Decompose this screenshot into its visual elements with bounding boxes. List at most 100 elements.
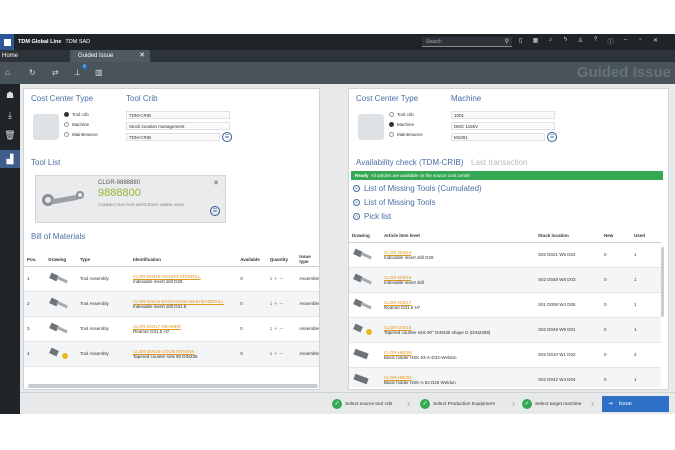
tool-crib-list-button[interactable]: ☰ (222, 132, 232, 142)
last-transaction-tab[interactable]: Last transaction (471, 158, 527, 167)
step-select-source[interactable]: ✓ Select source tool crib (332, 399, 392, 409)
tool-crib-select-field[interactable]: TDM-CRIB (126, 133, 220, 141)
machine-number-field[interactable]: 1001 (451, 111, 555, 119)
close-icon[interactable]: ✕ (651, 37, 660, 46)
chart-icon[interactable]: ▥ (95, 68, 103, 77)
bom-col-identification[interactable]: Identification (129, 253, 238, 267)
bom-horizontal-scrollbar[interactable] (28, 384, 318, 388)
pick-list-vertical-scrollbar[interactable] (661, 247, 664, 317)
minus-icon[interactable]: － (279, 276, 284, 281)
tab-close-icon[interactable]: ✕ (139, 50, 145, 62)
pick-col-new[interactable]: New (601, 229, 631, 243)
radio-tool-crib[interactable]: Tool crib (389, 112, 414, 117)
plus-icon[interactable]: ＋ (274, 326, 279, 331)
minus-icon[interactable]: － (279, 326, 284, 331)
info-icon[interactable]: ⓘ (606, 37, 615, 46)
drill-drawing-icon (45, 291, 77, 317)
pick-col-drawing[interactable]: Drawing (349, 229, 381, 243)
radio-machine[interactable]: Machine (389, 122, 414, 127)
issue-button[interactable]: ⇥ Issue (602, 396, 669, 412)
plus-icon[interactable]: ＋ (274, 301, 279, 306)
pick-row[interactable]: CLGR-D0017 Reamer D31.5 H7 S01 D006 W4 D0… (349, 292, 661, 318)
tool-crib-field[interactable]: TDM-CRIB (126, 111, 230, 119)
pick-stock-location: S02 D042 W4 D04 (535, 367, 601, 387)
tool-list-card[interactable]: CLGR-9888880 9888800 CONNECTING ROD MERC… (35, 175, 226, 223)
pick-row[interactable]: CLGR-D0015 Indexable insert drill D28 S02… (349, 242, 661, 268)
bom-col-pos[interactable]: Pos. (24, 253, 46, 267)
pick-row[interactable]: CLGR-D0016 Indexable insert drill S02 D04… (349, 267, 661, 293)
bom-col-issue-type[interactable]: Issue type (296, 253, 319, 267)
bom-row[interactable]: 3 Tool Assembly CLGR-D0017-REAMER Reamer … (24, 316, 319, 342)
nav-return-icon[interactable]: ⤓ (0, 106, 20, 124)
grid-icon[interactable]: ▦ (531, 37, 540, 46)
tab-home[interactable]: Home (0, 50, 70, 62)
bom-row[interactable]: 4 Tool Assembly CLGR-D0018-COUNTERSINK Ta… (24, 341, 319, 367)
user-icon[interactable]: ♙ (576, 37, 585, 46)
check-icon: ✓ (420, 399, 430, 409)
pick-col-article[interactable]: Article item level (381, 229, 535, 243)
bom-issue-type[interactable]: Assemble (296, 291, 319, 317)
bom-row[interactable]: 2 Tool Assembly CLGR-D0016-EXCHANGEABLEH… (24, 291, 319, 317)
toolbar: ⌂ ↻ ⇄ ⊥ 1 ▥ Guided Issue (0, 62, 675, 84)
machine-name-field[interactable]: DMC 1150V (451, 122, 555, 130)
bom-col-type[interactable]: Type (76, 253, 130, 267)
bell-icon[interactable]: ♪ (546, 37, 555, 46)
pick-list-toggle[interactable]: ˄ Pick list (353, 212, 391, 221)
bom-qty: 1 (269, 275, 273, 281)
pick-row[interactable]: CLGR-HB006 Basic holder HSK 63-A-D32-Weld… (349, 342, 661, 368)
tab-label: Guided Issue (78, 53, 114, 59)
nav-stats-icon[interactable]: ▟ (0, 150, 20, 168)
pick-col-stock-location[interactable]: Stock location (535, 229, 601, 243)
tool-list-heading: Tool List (31, 158, 61, 167)
bom-col-quantity[interactable]: Quantity (266, 253, 297, 267)
transfer-icon[interactable]: ⇄ (52, 68, 59, 77)
bom-id-link[interactable]: CLGR-D0016-EXCHANGEABLEHEADDRILL (133, 299, 237, 304)
help-icon[interactable]: ? (591, 37, 600, 46)
document-icon[interactable]: ▯ (516, 37, 525, 46)
bom-col-available[interactable]: Available (237, 253, 267, 267)
nav-scrap-icon[interactable]: 🗑 (0, 126, 20, 144)
machine-select-field[interactable]: M1001 (451, 133, 545, 141)
minimize-icon[interactable]: – (621, 37, 630, 46)
hierarchy-icon[interactable]: ⊥ (74, 68, 81, 77)
bom-issue-type[interactable]: Assemble (296, 316, 319, 342)
bom-quantity-stepper[interactable]: 1 ＋ － (266, 316, 297, 342)
search-icon[interactable]: ⚲ (505, 37, 509, 47)
bom-issue-type[interactable]: Assemble (296, 341, 319, 367)
bom-issue-type[interactable]: Assemble (296, 266, 319, 292)
radio-machine[interactable]: Machine (64, 122, 89, 127)
issue-label: Issue (618, 401, 632, 407)
bom-quantity-stepper[interactable]: 1 ＋ － (266, 291, 297, 317)
radio-maintenance[interactable]: Maintenance (64, 132, 98, 137)
machine-list-button[interactable]: ☰ (547, 132, 557, 142)
bom-quantity-stepper[interactable]: 1 ＋ － (266, 266, 297, 292)
nav-issue-icon[interactable]: ☗ (0, 86, 20, 104)
minus-icon[interactable]: － (279, 351, 284, 356)
tab-guided-issue[interactable]: Guided Issue ✕ (70, 50, 150, 62)
radio-tool-crib[interactable]: Tool crib (64, 112, 89, 117)
maximize-icon[interactable]: ▫ (636, 37, 645, 46)
bom-quantity-stepper[interactable]: 1 ＋ － (266, 341, 297, 367)
refresh-icon[interactable]: ↻ (29, 68, 36, 77)
missing-tools-toggle[interactable]: ˅ List of Missing Tools (353, 198, 435, 207)
home-icon[interactable]: ⌂ (5, 68, 10, 77)
bom-row[interactable]: 1 Tool Assembly CLGR-D0015-HOLEPLATEDRIL… (24, 266, 319, 292)
plus-icon[interactable]: ＋ (274, 276, 279, 281)
tool-list-remove-icon[interactable]: ✕ (213, 179, 219, 187)
pick-row[interactable]: CLGR-D0018 Tapered counter sink 90° DIN33… (349, 317, 661, 343)
radio-maintenance[interactable]: Maintenance (389, 132, 423, 137)
stock-location-field[interactable]: Stock location management (126, 122, 230, 130)
pick-col-used[interactable]: Used (631, 229, 661, 243)
minus-icon[interactable]: － (279, 301, 284, 306)
step-select-equipment[interactable]: ✓ Select Production Equipment (420, 399, 495, 409)
plus-icon[interactable]: ＋ (274, 351, 279, 356)
bom-qty: 1 (269, 300, 273, 306)
search-input[interactable]: Search ⚲ (422, 37, 512, 47)
pick-row[interactable]: CLGR-HB003 Basic holder HSK-A 63 D25 Weld… (349, 367, 661, 387)
bom-col-drawing[interactable]: Drawing (45, 253, 77, 267)
flash-icon[interactable]: ϟ (561, 37, 570, 46)
bom-type: Tool Assembly (76, 291, 130, 317)
missing-cumulated-toggle[interactable]: ˅ List of Missing Tools (Cumulated) (353, 184, 482, 193)
tool-list-button[interactable]: ☰ (210, 206, 220, 216)
step-select-target[interactable]: ✓ Select target machine (522, 399, 581, 409)
